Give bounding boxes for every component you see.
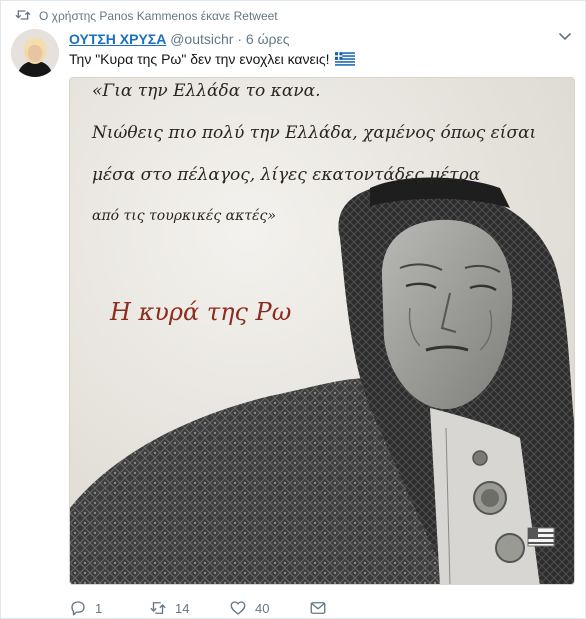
author-handle[interactable]: @outsichr: [170, 31, 233, 47]
avatar[interactable]: [11, 29, 59, 77]
caption-title: Η κυρά της Ρω: [109, 298, 291, 326]
reply-icon: [71, 601, 85, 616]
caption-line-3: μέσα στο πέλαγος, λίγες εκατοντάδες μέτρ…: [92, 165, 481, 185]
tweet-text: Την "Κυρα της Ρω" δεν την ενοχλει κανεις…: [69, 51, 356, 67]
retweet-context-text[interactable]: Ο χρήστης Panos Kammenos έκανε Retweet: [39, 9, 278, 23]
author-name[interactable]: ΟΥΤΣΗ ΧΡΥΣΑ: [69, 31, 166, 47]
direct-message-button[interactable]: [309, 599, 327, 617]
tweet-image[interactable]: «Για την Ελλάδα το κανα. Νιώθεις πιο πολ…: [69, 77, 575, 585]
like-count: 40: [255, 600, 270, 616]
retweet-count: 14: [175, 600, 190, 616]
tweet-card[interactable]: Ο χρήστης Panos Kammenos έκανε Retweet Ο…: [0, 0, 586, 619]
retweet-icon: [150, 602, 166, 614]
greek-flag-icon: [335, 52, 356, 66]
direct-message-icon: [310, 602, 326, 614]
reply-count: 1: [95, 600, 103, 616]
separator-dot: ·: [237, 31, 243, 47]
like-icon: [230, 601, 246, 615]
tweet-timestamp[interactable]: 6 ώρες: [246, 31, 290, 47]
tweet-actions: 1 14 40: [69, 599, 369, 617]
caption-line-1: «Για την Ελλάδα το κανα.: [92, 81, 321, 101]
tweet-header: ΟΥΤΣΗ ΧΡΥΣΑ @outsichr · 6 ώρες: [69, 31, 289, 47]
chevron-down-icon[interactable]: [559, 33, 571, 41]
like-button[interactable]: 40: [229, 599, 269, 617]
retweet-icon: [15, 10, 31, 20]
reply-button[interactable]: 1: [69, 599, 102, 617]
tweet-text-content: Την "Κυρα της Ρω" δεν την ενοχλει κανεις…: [69, 51, 330, 67]
caption-line-4: από τις τουρκικές ακτές»: [92, 207, 276, 224]
retweet-button[interactable]: 14: [149, 599, 189, 617]
caption-line-2: Νιώθεις πιο πολύ την Ελλάδα, χαμένος όπω…: [91, 123, 536, 143]
retweet-context: Ο χρήστης Panos Kammenos έκανε Retweet: [15, 9, 278, 23]
